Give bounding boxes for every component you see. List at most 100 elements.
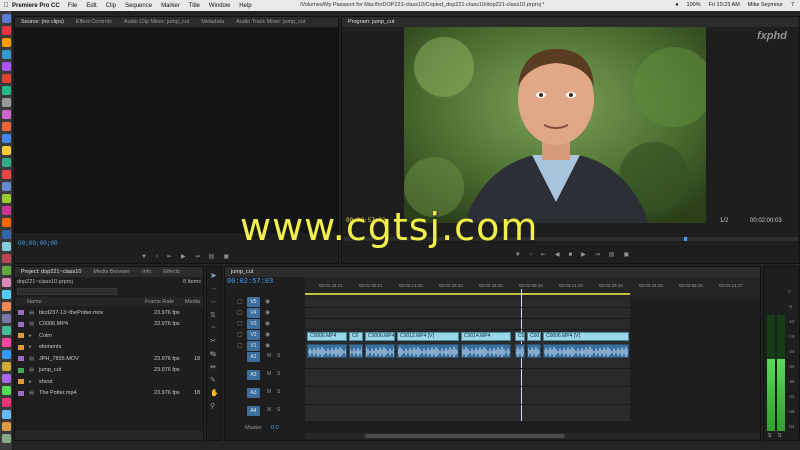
video-clip[interactable]: C0 xyxy=(349,332,363,341)
menu-window[interactable]: Window xyxy=(209,3,230,9)
step-back-icon[interactable]: ‹ xyxy=(530,252,532,258)
pen-icon[interactable]: ✎ xyxy=(210,376,216,384)
slide-icon[interactable]: ⇹ xyxy=(210,363,216,371)
rolling-edit-icon[interactable]: ⇅ xyxy=(210,311,216,319)
dock-app-icon[interactable] xyxy=(2,254,11,263)
tab-jump-cut[interactable]: jump_cut xyxy=(225,269,259,275)
video-clip[interactable]: C0006.MP4 xyxy=(365,332,395,341)
dock-app-icon[interactable] xyxy=(2,278,11,287)
dock-app-icon[interactable] xyxy=(2,410,11,419)
mark-in-icon[interactable]: ▼ xyxy=(141,254,147,260)
eye-icon[interactable]: ◉ xyxy=(265,298,270,305)
project-item-row[interactable]: ▤ The Potter.mp4 23.976 fps 18 xyxy=(15,388,203,400)
dock-app-icon[interactable] xyxy=(2,50,11,59)
col-frame-rate[interactable]: Frame Rate xyxy=(145,299,185,305)
master-value[interactable]: 0.0 xyxy=(271,425,279,431)
video-track-label[interactable]: V5 xyxy=(247,297,260,307)
mark-in-icon[interactable]: ▼ xyxy=(515,252,521,258)
dock-app-icon[interactable] xyxy=(2,122,11,131)
battery-level[interactable]: 100% xyxy=(687,2,701,8)
eye-icon[interactable]: ◉ xyxy=(265,342,270,349)
video-clip[interactable]: C0006.MP4 [V] xyxy=(543,332,629,341)
zoom-select[interactable]: 1/2 xyxy=(720,218,728,224)
menu-marker[interactable]: Marker xyxy=(161,3,180,9)
dock-app-icon[interactable] xyxy=(2,398,11,407)
audio-clip[interactable] xyxy=(543,344,629,358)
dock-app-icon[interactable] xyxy=(2,374,11,383)
stop-icon[interactable]: ■ xyxy=(568,252,572,258)
rate-stretch-icon[interactable]: ⇔ xyxy=(210,324,217,331)
dock-app-icon[interactable] xyxy=(2,434,11,443)
ripple-edit-icon[interactable]: ↔ xyxy=(210,298,217,305)
dock-app-icon[interactable] xyxy=(2,230,11,239)
col-name[interactable]: Name xyxy=(15,299,145,305)
video-clip[interactable]: C0014.MP4 xyxy=(461,332,511,341)
work-area-bar[interactable] xyxy=(305,293,630,295)
search-input[interactable] xyxy=(17,288,117,295)
solo-button[interactable]: S xyxy=(277,353,280,359)
go-to-in-icon[interactable]: ⇤ xyxy=(167,253,172,260)
tab-effects[interactable]: Effects xyxy=(157,269,186,275)
tab-effect-controls[interactable]: Effect Controls xyxy=(70,19,118,25)
audio-track-label[interactable]: A1 xyxy=(247,352,260,362)
solo-left[interactable]: S xyxy=(768,433,771,439)
video-track-label[interactable]: V1 xyxy=(247,341,260,351)
menu-file[interactable]: File xyxy=(68,3,78,9)
program-video-frame[interactable] xyxy=(404,27,706,223)
dock-app-icon[interactable] xyxy=(2,206,11,215)
go-to-in-icon[interactable]: ⇤ xyxy=(541,251,546,258)
mute-button[interactable]: M xyxy=(267,353,271,359)
camera-icon[interactable]: ▣ xyxy=(223,253,229,260)
video-clip[interactable]: C0012.MP4 [V] xyxy=(397,332,459,341)
audio-track-label[interactable]: A3 xyxy=(247,388,260,398)
source-viewer[interactable] xyxy=(15,27,338,233)
mute-button[interactable]: M xyxy=(267,407,271,413)
video-track-label[interactable]: V3 xyxy=(247,319,260,329)
dock-app-icon[interactable] xyxy=(2,170,11,179)
step-forward-frame-icon[interactable]: ▶ xyxy=(581,251,586,258)
eye-icon[interactable]: ◉ xyxy=(265,331,270,338)
dock-app-icon[interactable] xyxy=(2,242,11,251)
solo-button[interactable]: S xyxy=(277,389,280,395)
dock-app-icon[interactable] xyxy=(2,146,11,155)
step-back-frame-icon[interactable]: ◀ xyxy=(555,251,560,258)
playhead-marker[interactable] xyxy=(684,237,687,241)
dock-app-icon[interactable] xyxy=(2,266,11,275)
dock-app-icon[interactable] xyxy=(2,290,11,299)
tab-program[interactable]: Program: jump_cut xyxy=(342,19,400,25)
zoom-icon[interactable]: ⚲ xyxy=(210,402,215,410)
audio-clip[interactable] xyxy=(307,344,347,358)
insert-icon[interactable]: ▤ xyxy=(209,253,215,260)
tab-info[interactable]: Info xyxy=(136,269,157,275)
menu-edit[interactable]: Edit xyxy=(86,3,96,9)
mute-button[interactable]: M xyxy=(267,389,271,395)
slip-icon[interactable]: ↹ xyxy=(210,350,216,358)
user-name[interactable]: Mike Seymour xyxy=(748,2,783,8)
lock-icon[interactable]: ▢ xyxy=(237,298,243,305)
dock-app-icon[interactable] xyxy=(2,302,11,311)
dock-app-icon[interactable] xyxy=(2,134,11,143)
video-clip[interactable]: C0 xyxy=(515,332,525,341)
dock-app-icon[interactable] xyxy=(2,86,11,95)
video-track-label[interactable]: V2 xyxy=(247,330,260,340)
wifi-icon[interactable]: ● xyxy=(675,2,678,8)
tab-audio-clip-mixer[interactable]: Audio Clip Mixer: jump_cut xyxy=(118,19,195,25)
timeline-timecode[interactable]: 00:02:57:03 xyxy=(227,278,273,286)
dock-app-icon[interactable] xyxy=(2,326,11,335)
eye-icon[interactable]: ◉ xyxy=(265,320,270,327)
tab-project[interactable]: Project: dop221~class10 xyxy=(15,269,87,275)
project-item-row[interactable]: ▤ JPH_7895.MOV 23.976 fps 18 xyxy=(15,353,203,365)
tab-audio-track-mixer[interactable]: Audio Track Mixer: jump_cut xyxy=(230,19,311,25)
clock[interactable]: Fri 10:23 AM xyxy=(709,2,740,8)
timeline-scrollbar[interactable] xyxy=(305,433,760,439)
dock-app-icon[interactable] xyxy=(2,110,11,119)
dock-app-icon[interactable] xyxy=(2,158,11,167)
dock-app-icon[interactable] xyxy=(2,422,11,431)
dock-app-icon[interactable] xyxy=(2,314,11,323)
video-track-label[interactable]: V4 xyxy=(247,308,260,318)
audio-clip[interactable] xyxy=(527,344,541,358)
source-timecode[interactable]: 00;00;00;00 xyxy=(18,240,58,247)
notification-badge[interactable]: 7 xyxy=(791,2,794,8)
dock-app-icon[interactable] xyxy=(2,338,11,347)
razor-icon[interactable]: ✂ xyxy=(210,337,216,345)
